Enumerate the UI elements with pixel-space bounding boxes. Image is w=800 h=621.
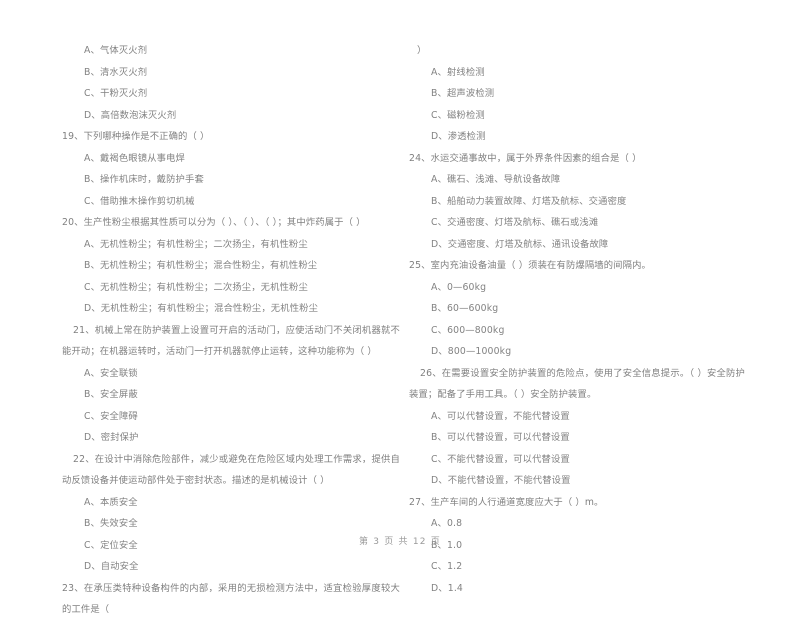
question-23-stem-continuation: ） xyxy=(417,45,427,56)
option-item: A、无机性粉尘；有机性粉尘；二次扬尘，有机性粉尘 xyxy=(84,238,308,250)
exam-page: A、气体灭火剂 B、清水灭火剂 C、干粉灭火剂 D、高倍数泡沫灭火剂 19、下列… xyxy=(0,0,800,615)
option-item: C、交通密度、灯塔及航标、礁石或浅滩 xyxy=(431,217,599,228)
option-item: A、安全联锁 xyxy=(84,367,138,379)
question-number: 19、 xyxy=(62,131,84,142)
right-column: ） A、射线检测 B、超声波检测 C、磁粉检测 D、渗透检测 24、水运交通事故… xyxy=(409,40,745,599)
option-item: D、密封保护 xyxy=(84,432,139,443)
question-21: 21、机械上常在防护装置上设置可开启的活动门，应使活动门不关闭机器就不能开动；在… xyxy=(62,320,400,449)
question-number: 24、 xyxy=(409,152,431,164)
question-25: 25、室内充油设备油量（ ）须装在有防爆隔墙的间隔内。 A、0—60kg B、6… xyxy=(409,255,745,363)
option-item: A、礁石、浅滩、导航设备故障 xyxy=(431,174,561,185)
option-item: B、超声波检测 xyxy=(431,88,495,99)
option-item: C、干粉灭火剂 xyxy=(84,88,148,99)
option-item: B、操作机床时，戴防护手套 xyxy=(84,174,204,185)
option-item: B、可以代替设置，可以代替设置 xyxy=(431,432,570,443)
option-item: D、1.4 xyxy=(431,582,463,594)
question-text: 室内充油设备油量（ ）须装在有防爆隔墙的间隔内。 xyxy=(430,260,651,271)
question-text: 生产性粉尘根据其性质可以分为（ ）、（ ）、（ ）；其中炸药属于（ ） xyxy=(83,217,366,228)
question-stem: 24、水运交通事故中，属于外界条件因素的组合是（ ） xyxy=(409,148,745,170)
option-item: D、不能代替设置，不能代替设置 xyxy=(431,475,571,486)
option-item: B、无机性粉尘；有机性粉尘；混合性粉尘，有机性粉尘 xyxy=(84,260,318,271)
question-stem: 19、下列哪种操作是不正确的（ ） xyxy=(62,126,400,148)
question-number: 25、 xyxy=(409,260,431,271)
option-item: A、0—60kg xyxy=(431,281,487,293)
option-item: A、戴褐色眼镜从事电焊 xyxy=(84,152,185,164)
question-number: 23、 xyxy=(62,582,84,594)
question-23: 23、在承压类特种设备构件的内部，采用的无损检测方法中，适宜检验厚度较大的工件是… xyxy=(62,578,400,621)
question-stem: 26、在需要设置安全防护装置的危险点，使用了安全信息提示。（ ）安全防护装置；配… xyxy=(409,363,745,406)
question-stem: 22、在设计中消除危险部件，减少或避免在危险区域内处理工作需求，提供自动反馈设备… xyxy=(62,449,400,492)
question-stem: 25、室内充油设备油量（ ）须装在有防爆隔墙的间隔内。 xyxy=(409,255,745,277)
option-item: C、无机性粉尘；有机性粉尘；二次扬尘，无机性粉尘 xyxy=(84,281,308,293)
option-item: D、800—1000kg xyxy=(431,346,512,357)
option-item: C、不能代替设置，可以代替设置 xyxy=(431,453,570,465)
option-item: C、借助推木操作剪切机械 xyxy=(84,195,195,207)
option-item: A、本质安全 xyxy=(84,496,138,508)
option-item: A、可以代替设置，不能代替设置 xyxy=(431,410,570,422)
question-text: 在设计中消除危险部件，减少或避免在危险区域内处理工作需求，提供自动反馈设备并使运… xyxy=(62,453,400,487)
option-item: D、自动安全 xyxy=(84,561,139,572)
question-text: 生产车间的人行通道宽度应大于（ ）m。 xyxy=(430,496,604,508)
option-item: D、交通密度、灯塔及航标、通讯设备故障 xyxy=(431,238,609,250)
question-stem: 23、在承压类特种设备构件的内部，采用的无损检测方法中，适宜检验厚度较大的工件是… xyxy=(62,578,400,621)
two-column-body: A、气体灭火剂 B、清水灭火剂 C、干粉灭火剂 D、高倍数泡沫灭火剂 19、下列… xyxy=(62,40,745,615)
option-item: A、射线检测 xyxy=(431,66,485,78)
option-item: D、无机性粉尘；有机性粉尘；混合性粉尘，无机性粉尘 xyxy=(84,303,319,314)
question-24: 24、水运交通事故中，属于外界条件因素的组合是（ ） A、礁石、浅滩、导航设备故… xyxy=(409,148,745,256)
question-number: 22、 xyxy=(73,453,95,465)
option-item: C、安全障碍 xyxy=(84,410,138,422)
question-stem: 27、生产车间的人行通道宽度应大于（ ）m。 xyxy=(409,492,745,514)
option-item: C、600—800kg xyxy=(431,324,505,336)
option-item: D、渗透检测 xyxy=(431,131,486,142)
option-item: D、高倍数泡沫灭火剂 xyxy=(84,109,177,121)
option-item: B、清水灭火剂 xyxy=(84,66,148,78)
page-footer: 第 3 页 共 12 页 xyxy=(359,537,441,547)
question-text: 水运交通事故中，属于外界条件因素的组合是（ ） xyxy=(430,152,642,164)
question-text: 在需要设置安全防护装置的危险点，使用了安全信息提示。（ ）安全防护装置；配备了手… xyxy=(409,367,745,401)
question-20: 20、生产性粉尘根据其性质可以分为（ ）、（ ）、（ ）；其中炸药属于（ ） A… xyxy=(62,212,400,320)
option-item: C、1.2 xyxy=(431,561,463,572)
question-text: 下列哪种操作是不正确的（ ） xyxy=(83,131,210,142)
question-number: 21、 xyxy=(73,324,95,336)
option-item: C、磁粉检测 xyxy=(431,109,485,121)
option-item: B、安全屏蔽 xyxy=(84,389,138,400)
question-26: 26、在需要设置安全防护装置的危险点，使用了安全信息提示。（ ）安全防护装置；配… xyxy=(409,363,745,492)
option-item: A、0.8 xyxy=(431,518,463,529)
option-item: B、60—600kg xyxy=(431,303,499,314)
question-22: 22、在设计中消除危险部件，减少或避免在危险区域内处理工作需求，提供自动反馈设备… xyxy=(62,449,400,578)
question-text: 在承压类特种设备构件的内部，采用的无损检测方法中，适宜检验厚度较大的工件是（ xyxy=(62,582,401,616)
question-number: 27、 xyxy=(409,496,431,508)
question-number: 26、 xyxy=(420,367,442,379)
question-19: 19、下列哪种操作是不正确的（ ） A、戴褐色眼镜从事电焊 B、操作机床时，戴防… xyxy=(62,126,400,212)
question-text: 机械上常在防护装置上设置可开启的活动门，应使活动门不关闭机器就不能开动；在机器运… xyxy=(62,324,400,358)
question-stem: 21、机械上常在防护装置上设置可开启的活动门，应使活动门不关闭机器就不能开动；在… xyxy=(62,320,400,363)
option-item: B、失效安全 xyxy=(84,518,138,529)
question-stem: 20、生产性粉尘根据其性质可以分为（ ）、（ ）、（ ）；其中炸药属于（ ） xyxy=(62,212,400,234)
option-item: B、船舶动力装置故障、灯塔及航标、交通密度 xyxy=(431,195,627,207)
question-number: 20、 xyxy=(62,217,84,228)
option-item: A、气体灭火剂 xyxy=(84,45,148,56)
